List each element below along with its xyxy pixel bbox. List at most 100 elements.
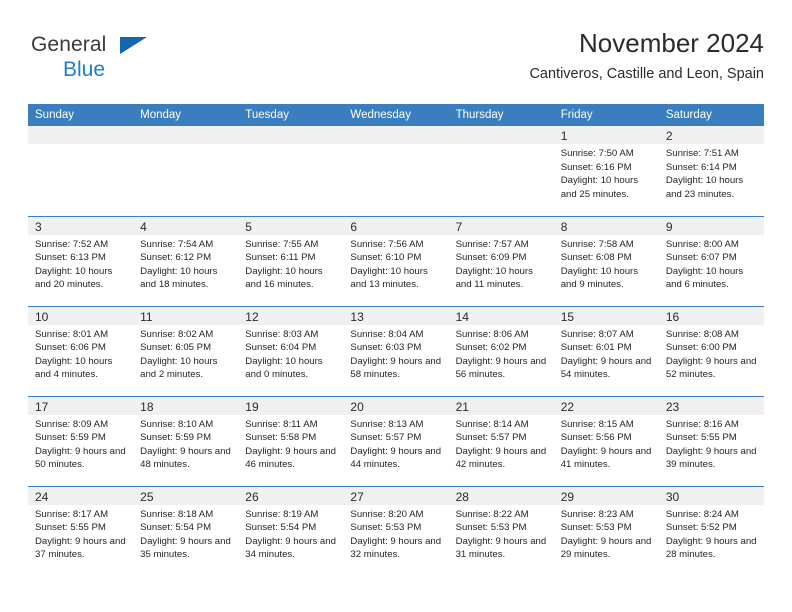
page-subtitle: Cantiveros, Castille and Leon, Spain xyxy=(529,66,764,82)
calendar-day-cell[interactable]: 21 Sunrise: 8:14 AM Sunset: 5:57 PM Dayligh… xyxy=(448,395,554,486)
calendar-day-cell[interactable]: 10 Sunrise: 8:01 AM Sunset: 6:06 PM Dayligh… xyxy=(28,305,134,396)
sunrise-text: Sunrise: 7:52 AM xyxy=(35,238,109,250)
day-number: 24 xyxy=(28,486,134,505)
day-number: 5 xyxy=(238,216,344,235)
calendar-day-cell[interactable]: 14 Sunrise: 8:06 AM Sunset: 6:02 PM Dayligh… xyxy=(448,305,554,396)
day-number: 17 xyxy=(28,396,134,415)
day-details: Sunrise: 8:24 AM Sunset: 5:52 PM Daylight:… xyxy=(659,505,764,562)
calendar-day-cell[interactable]: 26 Sunrise: 8:19 AM Sunset: 5:54 PM Dayligh… xyxy=(238,485,344,576)
day-number xyxy=(238,126,344,144)
calendar-day-cell[interactable]: 12 Sunrise: 8:03 AM Sunset: 6:04 PM Dayligh… xyxy=(238,305,344,396)
calendar-day-cell[interactable]: 24 Sunrise: 8:17 AM Sunset: 5:55 PM Dayligh… xyxy=(28,485,134,576)
calendar-day-cell[interactable]: 20 Sunrise: 8:13 AM Sunset: 5:57 PM Dayligh… xyxy=(343,395,449,486)
sunset-text: Sunset: 6:12 PM xyxy=(140,252,212,264)
daylight-text: Daylight: 9 hours and 42 minutes. xyxy=(455,445,547,471)
calendar-day-cell[interactable]: 11 Sunrise: 8:02 AM Sunset: 6:05 PM Dayligh… xyxy=(133,305,239,396)
sunset-text: Sunset: 5:55 PM xyxy=(665,432,737,444)
day-number: 11 xyxy=(133,306,239,325)
sunrise-text: Sunrise: 8:02 AM xyxy=(140,328,214,340)
calendar-day-cell[interactable]: 18 Sunrise: 8:10 AM Sunset: 5:59 PM Dayligh… xyxy=(133,395,239,486)
sunset-text: Sunset: 5:52 PM xyxy=(665,522,737,534)
calendar-day-cell[interactable]: 15 Sunrise: 8:07 AM Sunset: 6:01 PM Dayligh… xyxy=(553,305,659,396)
sunset-text: Sunset: 6:06 PM xyxy=(35,342,106,354)
calendar-day-cell[interactable]: 7 Sunrise: 7:57 AM Sunset: 6:09 PM Daylight… xyxy=(448,215,554,306)
daylight-text: Daylight: 9 hours and 31 minutes. xyxy=(455,535,547,561)
sunset-text: Sunset: 6:08 PM xyxy=(560,252,632,264)
weekday-header-saturday: Saturday xyxy=(658,104,764,126)
calendar-day-cell[interactable]: 3 Sunrise: 7:52 AM Sunset: 6:13 PM Daylight… xyxy=(28,215,134,306)
day-details: Sunrise: 8:16 AM Sunset: 5:55 PM Daylight:… xyxy=(659,415,764,472)
logo-text-blue: Blue xyxy=(63,58,106,81)
sunrise-text: Sunrise: 8:14 AM xyxy=(455,418,529,430)
calendar-day-cell[interactable]: 25 Sunrise: 8:18 AM Sunset: 5:54 PM Dayligh… xyxy=(133,485,239,576)
calendar-day-cell[interactable]: 29 Sunrise: 8:23 AM Sunset: 5:53 PM Dayligh… xyxy=(553,485,659,576)
sunrise-text: Sunrise: 8:13 AM xyxy=(350,418,424,430)
sunrise-text: Sunrise: 7:57 AM xyxy=(455,238,529,250)
sunrise-text: Sunrise: 8:16 AM xyxy=(665,418,739,430)
day-details: Sunrise: 8:09 AM Sunset: 5:59 PM Daylight:… xyxy=(28,415,133,472)
calendar-day-cell[interactable]: 1 Sunrise: 7:50 AM Sunset: 6:16 PM Daylight… xyxy=(553,126,659,216)
calendar-day-cell[interactable]: 13 Sunrise: 8:04 AM Sunset: 6:03 PM Dayligh… xyxy=(343,305,449,396)
day-number: 27 xyxy=(343,486,449,505)
page-title: November 2024 xyxy=(579,28,764,58)
sunset-text: Sunset: 6:13 PM xyxy=(35,252,106,264)
day-number: 26 xyxy=(238,486,344,505)
sunset-text: Sunset: 5:57 PM xyxy=(350,432,422,444)
calendar-day-cell[interactable]: 17 Sunrise: 8:09 AM Sunset: 5:59 PM Dayligh… xyxy=(28,395,134,486)
calendar-day-cell[interactable]: 6 Sunrise: 7:56 AM Sunset: 6:10 PM Daylight… xyxy=(343,215,449,306)
day-details: Sunrise: 8:10 AM Sunset: 5:59 PM Daylight:… xyxy=(133,415,238,472)
day-number xyxy=(343,126,449,144)
calendar-day-cell[interactable]: 5 Sunrise: 7:55 AM Sunset: 6:11 PM Daylight… xyxy=(238,215,344,306)
generalblue-logo[interactable]: General Blue xyxy=(31,34,211,86)
day-number: 22 xyxy=(553,396,659,415)
day-details: Sunrise: 8:02 AM Sunset: 6:05 PM Daylight:… xyxy=(133,325,238,382)
sunset-text: Sunset: 5:57 PM xyxy=(455,432,527,444)
calendar-day-cell[interactable]: 30 Sunrise: 8:24 AM Sunset: 5:52 PM Dayligh… xyxy=(658,485,764,576)
daylight-text: Daylight: 10 hours and 11 minutes. xyxy=(455,265,533,291)
day-number: 1 xyxy=(553,126,659,144)
sunset-text: Sunset: 6:01 PM xyxy=(560,342,632,354)
day-number: 9 xyxy=(658,216,764,235)
sunset-text: Sunset: 6:05 PM xyxy=(140,342,212,354)
day-number: 23 xyxy=(658,396,764,415)
calendar-day-cell[interactable]: 27 Sunrise: 8:20 AM Sunset: 5:53 PM Dayligh… xyxy=(343,485,449,576)
calendar-day-cell[interactable]: 2 Sunrise: 7:51 AM Sunset: 6:14 PM Daylight… xyxy=(658,126,764,216)
sunrise-text: Sunrise: 8:17 AM xyxy=(35,508,109,520)
sunrise-text: Sunrise: 8:10 AM xyxy=(140,418,214,430)
calendar-day-cell[interactable]: 19 Sunrise: 8:11 AM Sunset: 5:58 PM Dayligh… xyxy=(238,395,344,486)
sunrise-text: Sunrise: 8:01 AM xyxy=(35,328,109,340)
page-header: General Blue November 2024 Cantiveros, C… xyxy=(28,26,764,98)
calendar-day-cell[interactable]: 8 Sunrise: 7:58 AM Sunset: 6:08 PM Daylight… xyxy=(553,215,659,306)
sunset-text: Sunset: 5:54 PM xyxy=(140,522,212,534)
sunset-text: Sunset: 6:04 PM xyxy=(245,342,317,354)
calendar-day-cell[interactable]: 22 Sunrise: 8:15 AM Sunset: 5:56 PM Dayligh… xyxy=(553,395,659,486)
calendar-day-cell-empty xyxy=(28,126,134,216)
sunset-text: Sunset: 5:59 PM xyxy=(35,432,106,444)
daylight-text: Daylight: 10 hours and 25 minutes. xyxy=(560,175,639,200)
day-details: Sunrise: 8:08 AM Sunset: 6:00 PM Daylight:… xyxy=(659,325,764,382)
day-details: Sunrise: 8:01 AM Sunset: 6:06 PM Daylight:… xyxy=(28,325,133,382)
sunrise-text: Sunrise: 8:15 AM xyxy=(560,418,634,430)
calendar-day-cell[interactable]: 23 Sunrise: 8:16 AM Sunset: 5:55 PM Dayligh… xyxy=(658,395,764,486)
sunrise-text: Sunrise: 8:23 AM xyxy=(560,508,634,520)
calendar-day-cell[interactable]: 9 Sunrise: 8:00 AM Sunset: 6:07 PM Daylight… xyxy=(658,215,764,306)
calendar-week-row: 10 Sunrise: 8:01 AM Sunset: 6:06 PM Dayligh… xyxy=(28,305,764,396)
day-number: 7 xyxy=(448,216,554,235)
sunrise-text: Sunrise: 8:09 AM xyxy=(35,418,109,430)
day-details: Sunrise: 7:58 AM Sunset: 6:08 PM Daylight:… xyxy=(554,235,659,292)
calendar-day-cell[interactable]: 16 Sunrise: 8:08 AM Sunset: 6:00 PM Dayligh… xyxy=(658,305,764,396)
day-details: Sunrise: 8:06 AM Sunset: 6:02 PM Daylight:… xyxy=(449,325,554,382)
daylight-text: Daylight: 9 hours and 28 minutes. xyxy=(665,535,757,561)
day-details: Sunrise: 7:51 AM Sunset: 6:14 PM Daylight:… xyxy=(659,144,764,201)
weekday-header-thursday: Thursday xyxy=(448,104,554,126)
day-number: 15 xyxy=(553,306,659,325)
day-details: Sunrise: 8:07 AM Sunset: 6:01 PM Daylight:… xyxy=(554,325,659,382)
day-details: Sunrise: 7:55 AM Sunset: 6:11 PM Daylight:… xyxy=(238,235,343,292)
day-number: 20 xyxy=(343,396,449,415)
day-number: 30 xyxy=(658,486,764,505)
calendar-day-cell-empty xyxy=(238,126,344,216)
sunrise-text: Sunrise: 8:04 AM xyxy=(350,328,424,340)
day-number xyxy=(28,126,134,144)
calendar-day-cell[interactable]: 28 Sunrise: 8:22 AM Sunset: 5:53 PM Dayligh… xyxy=(448,485,554,576)
calendar-day-cell[interactable]: 4 Sunrise: 7:54 AM Sunset: 6:12 PM Daylight… xyxy=(133,215,239,306)
